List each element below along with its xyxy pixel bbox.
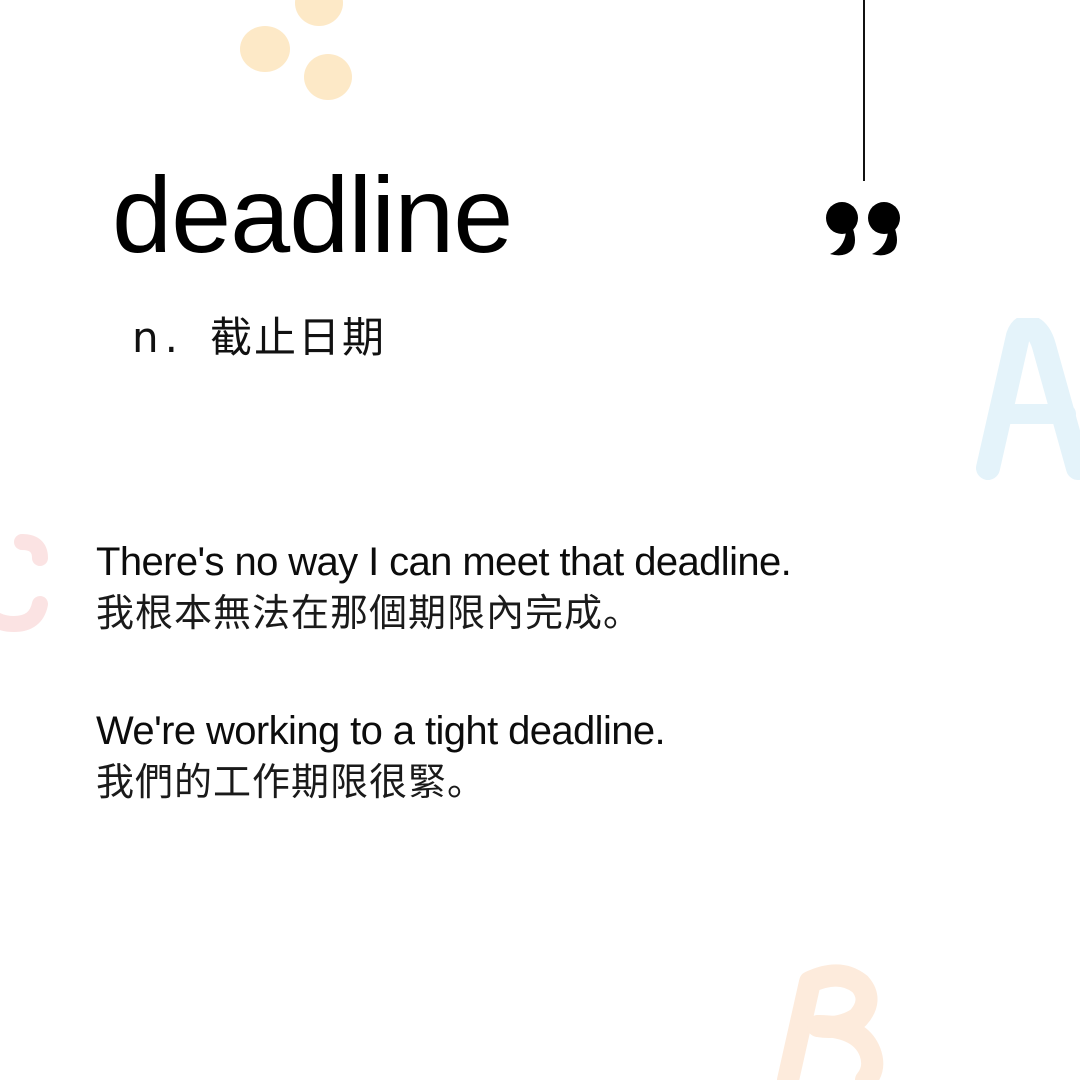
decor-dot <box>295 0 343 26</box>
part-of-speech: n. <box>132 313 184 362</box>
decor-letter-c <box>0 534 48 633</box>
decor-dot <box>240 26 290 72</box>
translation: 截止日期 <box>209 313 386 362</box>
decor-letter-a <box>976 318 1080 480</box>
decor-dot <box>304 54 352 100</box>
definition: n. 截止日期 <box>132 308 386 368</box>
example-sentence: We're working to a tight deadline. 我們的工作… <box>96 706 666 808</box>
divider-line <box>863 0 865 181</box>
example-chinese: 我們的工作期限很緊。 <box>96 760 487 804</box>
decor-letter-b <box>777 964 884 1080</box>
headword: deadline <box>112 154 513 275</box>
example-english: There's no way I can meet that deadline. <box>96 540 792 584</box>
closing-quote-icon <box>826 202 900 256</box>
example-sentence: There's no way I can meet that deadline.… <box>96 537 792 639</box>
example-chinese: 我根本無法在那個期限內完成。 <box>96 591 643 635</box>
example-english: We're working to a tight deadline. <box>96 709 666 753</box>
